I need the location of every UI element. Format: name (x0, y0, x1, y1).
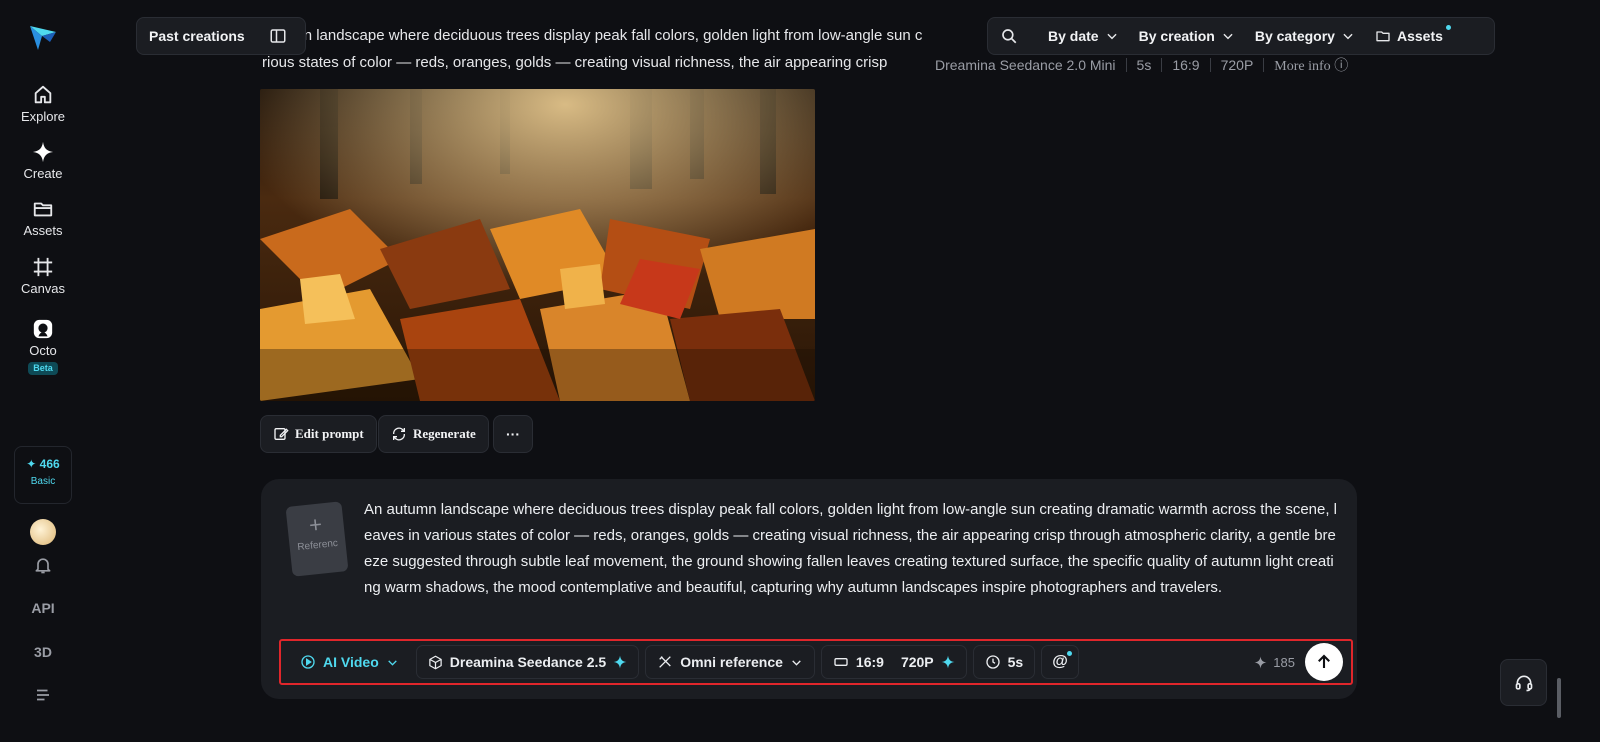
creation-meta: Dreamina Seedance 2.0 Mini 5s 16:9 720P … (935, 55, 1348, 75)
filter-bar: By date By creation By category Assets (987, 17, 1495, 55)
search-icon[interactable] (1000, 27, 1018, 45)
meta-duration: 5s (1136, 57, 1152, 73)
chevron-down-icon (1106, 33, 1117, 40)
edit-prompt-button[interactable]: Edit prompt (260, 415, 377, 453)
sidebar-toggle-icon[interactable] (269, 27, 287, 45)
headset-icon (1515, 675, 1532, 691)
more-info-link[interactable]: More info ⓘ (1274, 55, 1348, 75)
edit-icon (274, 428, 289, 440)
plan-label: Basic (30, 476, 56, 487)
aspect-resolution-selector[interactable]: 16:9 720P (820, 645, 967, 679)
canvas-icon (33, 257, 53, 277)
chevron-down-icon (1343, 33, 1353, 40)
api-button[interactable]: API (0, 600, 86, 616)
sidebar-item-explore[interactable]: Explore (0, 84, 86, 124)
dreamina-logo[interactable] (28, 22, 58, 52)
sidebar-item-canvas[interactable]: Canvas (0, 256, 86, 296)
chevron-down-icon (1223, 33, 1233, 40)
mention-button[interactable]: @ (1041, 645, 1079, 679)
folder-icon (33, 202, 53, 217)
app: Explore Create Assets Canvas Octo Beta ✦… (0, 0, 1600, 742)
sparkle-icon (1254, 656, 1267, 668)
chevron-down-icon (792, 659, 801, 666)
composer-toolbar: AI Video Dreamina Seedance 2.5 Omni refe… (279, 639, 1353, 685)
aspect-ratio-icon (834, 658, 848, 666)
mode-selector[interactable]: AI Video (289, 645, 410, 679)
regenerate-button[interactable]: Regenerate (378, 415, 489, 453)
page-scrollbar[interactable] (1557, 678, 1561, 718)
sidebar-item-label: Assets (23, 223, 63, 238)
credits-count: ✦ 466 (26, 457, 60, 471)
reference-mode-selector[interactable]: Omni reference (645, 645, 815, 679)
generate-button[interactable] (1305, 643, 1343, 681)
support-button[interactable] (1500, 659, 1547, 706)
beta-badge: Beta (28, 362, 58, 375)
plus-icon: + (307, 511, 324, 538)
sidebar-item-label: Octo (29, 343, 57, 358)
avatar[interactable] (30, 519, 56, 545)
omni-reference-icon (659, 656, 671, 668)
reference-label: Referenc (296, 537, 339, 554)
menu-icon (37, 689, 49, 701)
home-icon (34, 85, 52, 104)
creation-prompt-line-2: rious states of color — reds, oranges, g… (262, 54, 888, 71)
3d-button[interactable]: 3D (0, 644, 86, 660)
sparkle-icon (32, 141, 54, 163)
assets-button[interactable]: Assets (1375, 25, 1451, 44)
generation-cost: 185 (1254, 655, 1295, 670)
sidebar-item-assets[interactable]: Assets (0, 198, 86, 238)
filter-by-date[interactable]: By date (1048, 28, 1119, 44)
prompt-input[interactable]: An autumn landscape where deciduous tree… (364, 497, 1340, 601)
divider (1125, 58, 1127, 72)
past-creations-label: Past creations (149, 28, 245, 44)
creation-prompt-line-1: autumn landscape where deciduous trees d… (262, 27, 923, 44)
meta-model: Dreamina Seedance 2.0 Mini (935, 57, 1116, 73)
sidebar-item-octo[interactable]: Octo Beta (0, 318, 86, 376)
divider (1263, 58, 1265, 72)
past-creations-pill[interactable]: Past creations (136, 17, 306, 55)
duration-selector[interactable]: 5s (972, 645, 1036, 679)
sidebar: Explore Create Assets Canvas Octo Beta ✦… (0, 0, 86, 742)
octo-icon (33, 319, 53, 339)
info-icon: ⓘ (1334, 59, 1349, 74)
more-options-button[interactable]: ··· (493, 415, 533, 453)
meta-resolution: 720P (1220, 57, 1254, 73)
refresh-icon (393, 427, 405, 441)
bell-icon (35, 558, 51, 574)
folder-icon (1376, 31, 1390, 42)
clock-icon (985, 655, 1000, 669)
sparkle-icon (613, 655, 627, 669)
sidebar-item-create[interactable]: Create (0, 141, 86, 181)
prompt-composer: + Referenc An autumn landscape where dec… (261, 479, 1357, 699)
autumn-leaves-image (260, 89, 815, 401)
sidebar-item-label: Explore (20, 109, 66, 124)
video-mode-icon (301, 655, 315, 669)
credits-panel[interactable]: ✦ 466 Basic (14, 446, 72, 504)
sparkle-icon (941, 655, 955, 669)
mention-dot (1066, 651, 1072, 656)
generated-video-thumbnail[interactable] (260, 89, 815, 401)
arrow-up-icon (1318, 654, 1330, 668)
reference-upload[interactable]: + Referenc (285, 501, 349, 577)
model-selector[interactable]: Dreamina Seedance 2.5 (415, 645, 640, 679)
divider (1161, 58, 1163, 72)
notification-button[interactable] (0, 555, 86, 578)
more-icon: ··· (506, 426, 520, 442)
meta-ratio: 16:9 (1172, 57, 1200, 73)
cube-icon (429, 655, 442, 669)
menu-button[interactable] (0, 686, 86, 707)
sidebar-item-label: Create (23, 166, 63, 181)
filter-by-creation[interactable]: By creation (1139, 28, 1235, 44)
filter-by-category[interactable]: By category (1255, 28, 1355, 44)
divider (1209, 58, 1211, 72)
sidebar-item-label: Canvas (20, 281, 66, 296)
chevron-down-icon (388, 659, 397, 666)
assets-notification-dot (1445, 25, 1451, 30)
at-icon: @ (1052, 653, 1068, 670)
